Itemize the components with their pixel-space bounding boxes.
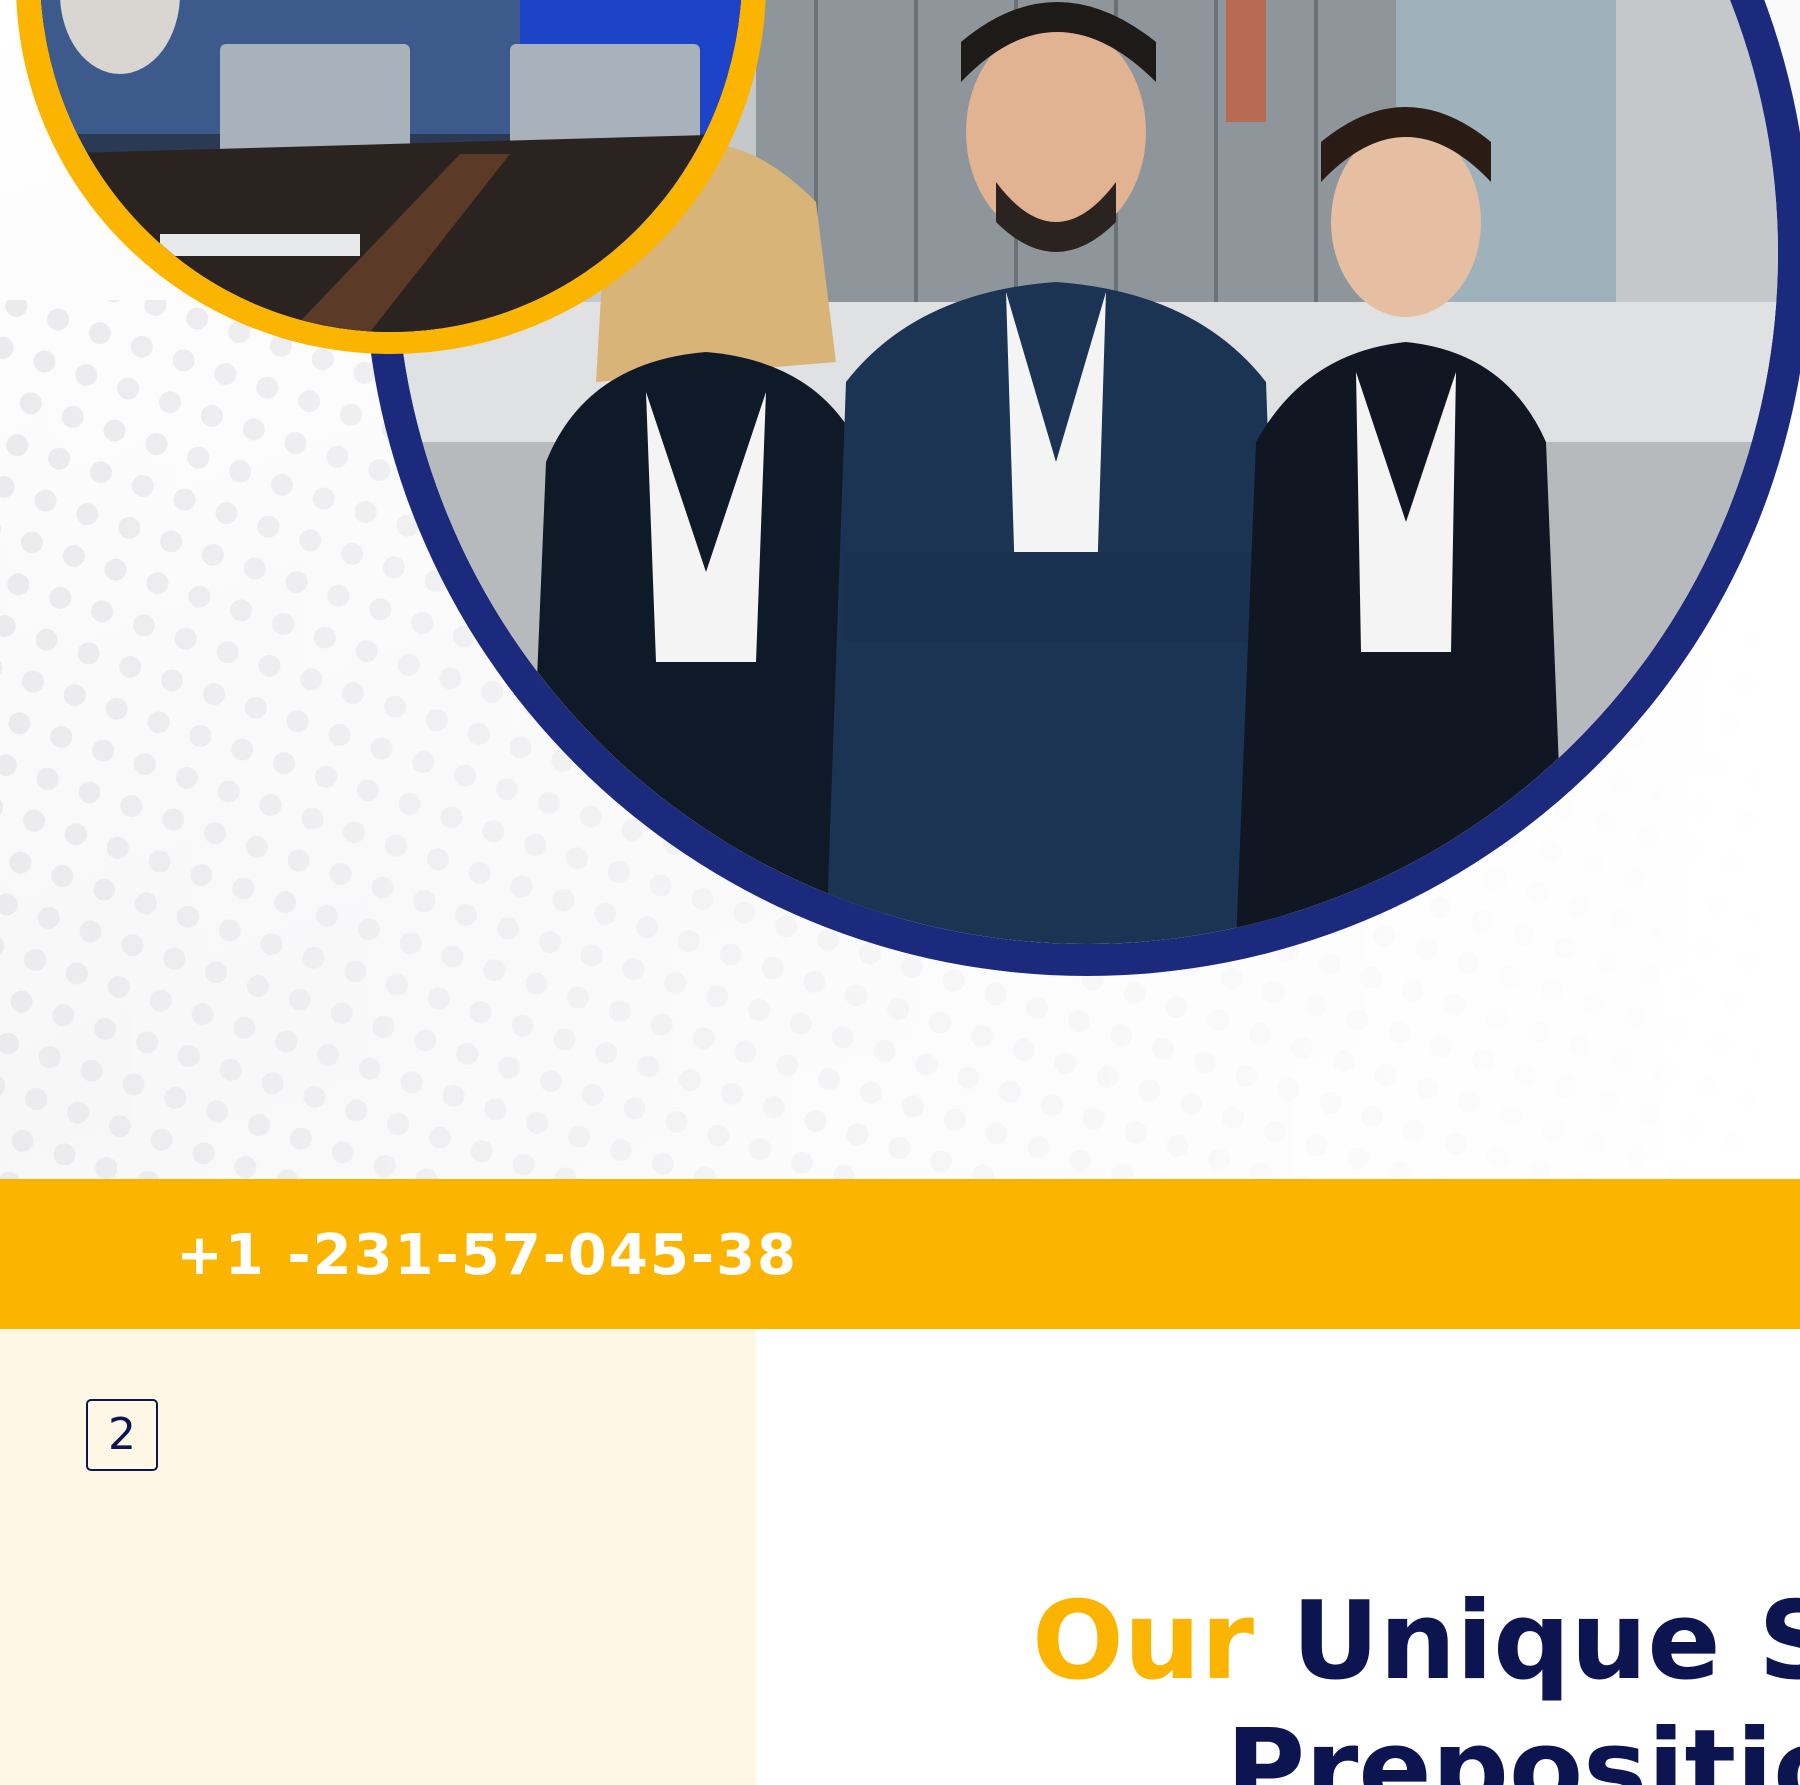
page-number-badge: 2 [86, 1399, 158, 1471]
section-headline: Our Unique Se [1032, 1578, 1800, 1706]
headline-rest: Unique Se [1291, 1579, 1800, 1704]
phone-number: +1 -231-57-045-38 [176, 1223, 798, 1288]
headline-accent-word: Our [1032, 1579, 1254, 1704]
section-headline-line2: Preposition [1226, 1707, 1800, 1785]
left-panel [0, 1329, 756, 1785]
page: +1 -231-57-045-38 2 Our Unique Se Prepos… [0, 0, 1800, 1785]
hero-section [0, 0, 1800, 1179]
